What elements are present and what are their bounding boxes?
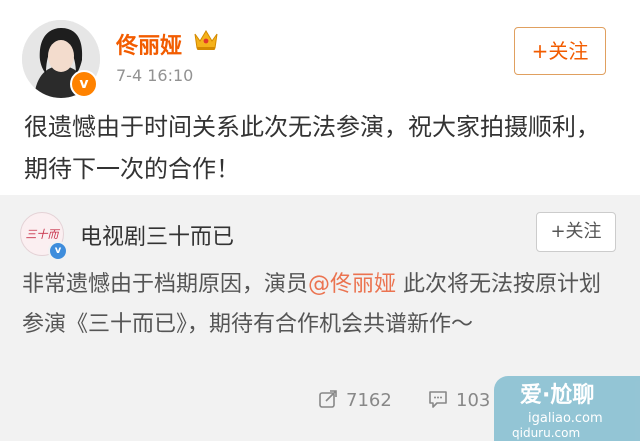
crown-icon (194, 30, 218, 50)
post-username[interactable]: 佟丽娅 (116, 28, 182, 60)
share-icon (319, 390, 337, 408)
comment-icon (429, 391, 447, 408)
mention-link[interactable]: @佟丽娅 (308, 272, 396, 297)
verified-badge-icon: v (48, 241, 68, 261)
main-post: v 佟丽娅 7-4 16:10 +关注 很遗憾由于时间关系此次无法参演，祝大家拍… (0, 0, 640, 195)
site-watermark: 爱·尬聊 igaliao.com qiduru.com (494, 376, 640, 441)
post-text: 很遗憾由于时间关系此次无法参演，祝大家拍摄顺利，期待下一次的合作！ (24, 113, 600, 183)
follow-button[interactable]: +关注 (514, 27, 606, 75)
comment-count: 103 (456, 390, 491, 411)
comment-button[interactable]: 103 (428, 389, 490, 411)
repost-username[interactable]: 电视剧三十而已 (80, 219, 234, 251)
share-button[interactable]: 7162 (318, 389, 392, 411)
post-timestamp: 7-4 16:10 (116, 66, 194, 85)
verified-badge-icon: v (70, 70, 98, 98)
share-count: 7162 (346, 390, 392, 411)
repost-follow-button[interactable]: +关注 (536, 212, 616, 252)
watermark-url: igaliao.com (528, 411, 603, 426)
repost-text: 非常遗憾由于档期原因，演员@佟丽娅 此次将无法按原计划参演《三十而已》，期待有合… (22, 265, 622, 345)
watermark-logo: 爱·尬聊 (520, 383, 595, 408)
repost-text-before: 非常遗憾由于档期原因，演员 (22, 272, 309, 297)
watermark-url-secondary: qiduru.com (512, 426, 581, 440)
